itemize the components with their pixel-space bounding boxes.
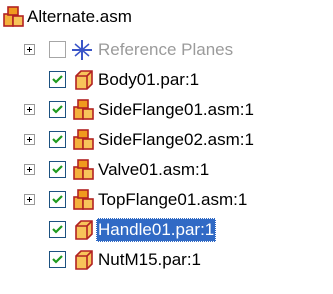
visibility-checkbox[interactable] [49,41,66,58]
tree-item-label: Reference Planes [98,40,234,59]
visibility-checkbox[interactable] [49,161,66,178]
assembly-icon [72,158,96,182]
expand-toggle[interactable] [24,104,35,115]
part-icon [72,248,96,272]
tree-root[interactable]: Alternate.asm [0,2,333,32]
assembly-icon [72,188,96,212]
tree-item-reference-planes[interactable]: Reference Planes [0,35,333,65]
tree-item-sideflange02[interactable]: SideFlange02.asm:1 [0,125,333,155]
visibility-checkbox[interactable] [49,131,66,148]
tree-item-label: Handle01.par:1 [96,218,217,242]
tree-item-topflange01[interactable]: TopFlange01.asm:1 [0,185,333,215]
expand-toggle[interactable] [24,194,35,205]
assembly-icon [2,5,26,29]
tree-item-nutm15[interactable]: NutM15.par:1 [0,245,333,275]
expand-toggle[interactable] [24,44,35,55]
visibility-checkbox[interactable] [49,71,66,88]
expand-toggle[interactable] [24,134,35,145]
visibility-checkbox[interactable] [49,251,66,268]
expand-toggle[interactable] [24,164,35,175]
visibility-checkbox[interactable] [49,221,66,238]
part-icon [72,68,96,92]
tree-item-label: SideFlange01.asm:1 [98,100,254,119]
assembly-tree: Alternate.asm Reference Planes Body01.pa… [0,0,333,294]
assembly-icon [72,128,96,152]
tree-item-label: Body01.par:1 [98,70,200,89]
root-label: Alternate.asm [27,7,132,26]
tree-item-label: TopFlange01.asm:1 [98,190,248,209]
tree-item-label: SideFlange02.asm:1 [98,130,254,149]
tree-item-body01[interactable]: Body01.par:1 [0,65,333,95]
tree-item-label: Valve01.asm:1 [98,160,210,179]
tree-item-label: NutM15.par:1 [98,250,201,269]
tree-item-valve01[interactable]: Valve01.asm:1 [0,155,333,185]
visibility-checkbox[interactable] [49,191,66,208]
tree-item-handle01[interactable]: Handle01.par:1 [0,215,333,245]
tree-item-sideflange01[interactable]: SideFlange01.asm:1 [0,95,333,125]
part-icon [72,218,96,242]
visibility-checkbox[interactable] [49,101,66,118]
assembly-icon [72,98,96,122]
reference-planes-icon [70,38,94,62]
